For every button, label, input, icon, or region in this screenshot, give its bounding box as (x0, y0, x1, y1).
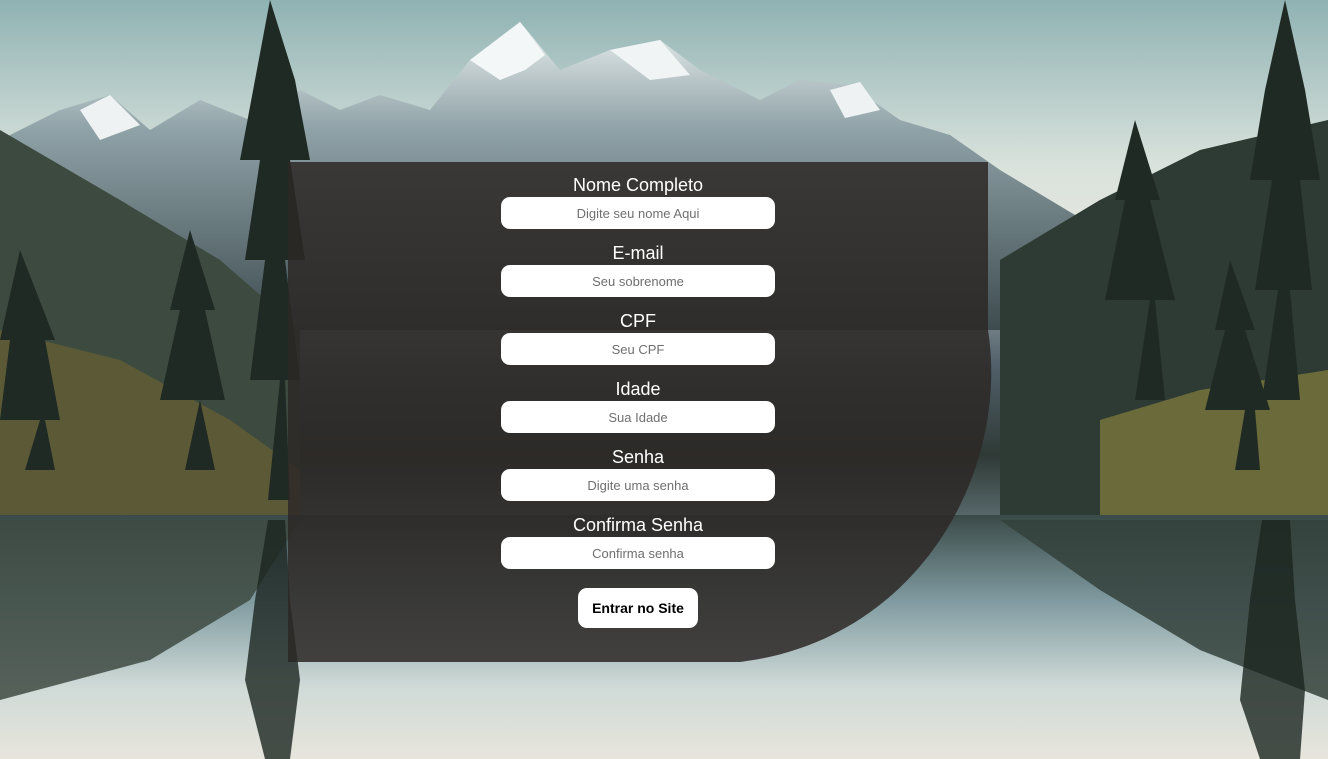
password-field: Senha (501, 446, 775, 514)
email-label: E-mail (612, 243, 664, 263)
signup-form: Nome Completo E-mail CPF Idade Senha Con… (501, 174, 775, 628)
age-label: Idade (615, 379, 661, 399)
cpf-label: CPF (620, 311, 656, 331)
login-page: Nome Completo E-mail CPF Idade Senha Con… (0, 0, 1328, 759)
enter-site-button[interactable]: Entrar no Site (578, 588, 698, 628)
confirm-password-field: Confirma Senha (501, 514, 775, 582)
full-name-field: Nome Completo (501, 174, 775, 242)
password-input[interactable] (501, 469, 775, 501)
submit-row: Entrar no Site (501, 588, 775, 628)
email-field: E-mail (501, 242, 775, 310)
password-label: Senha (611, 447, 665, 467)
confirm-password-label: Confirma Senha (572, 515, 704, 535)
confirm-password-input[interactable] (501, 537, 775, 569)
cpf-input[interactable] (501, 333, 775, 365)
full-name-input[interactable] (501, 197, 775, 229)
cpf-field: CPF (501, 310, 775, 378)
age-field: Idade (501, 378, 775, 446)
email-input[interactable] (501, 265, 775, 297)
age-input[interactable] (501, 401, 775, 433)
full-name-label: Nome Completo (572, 175, 704, 195)
